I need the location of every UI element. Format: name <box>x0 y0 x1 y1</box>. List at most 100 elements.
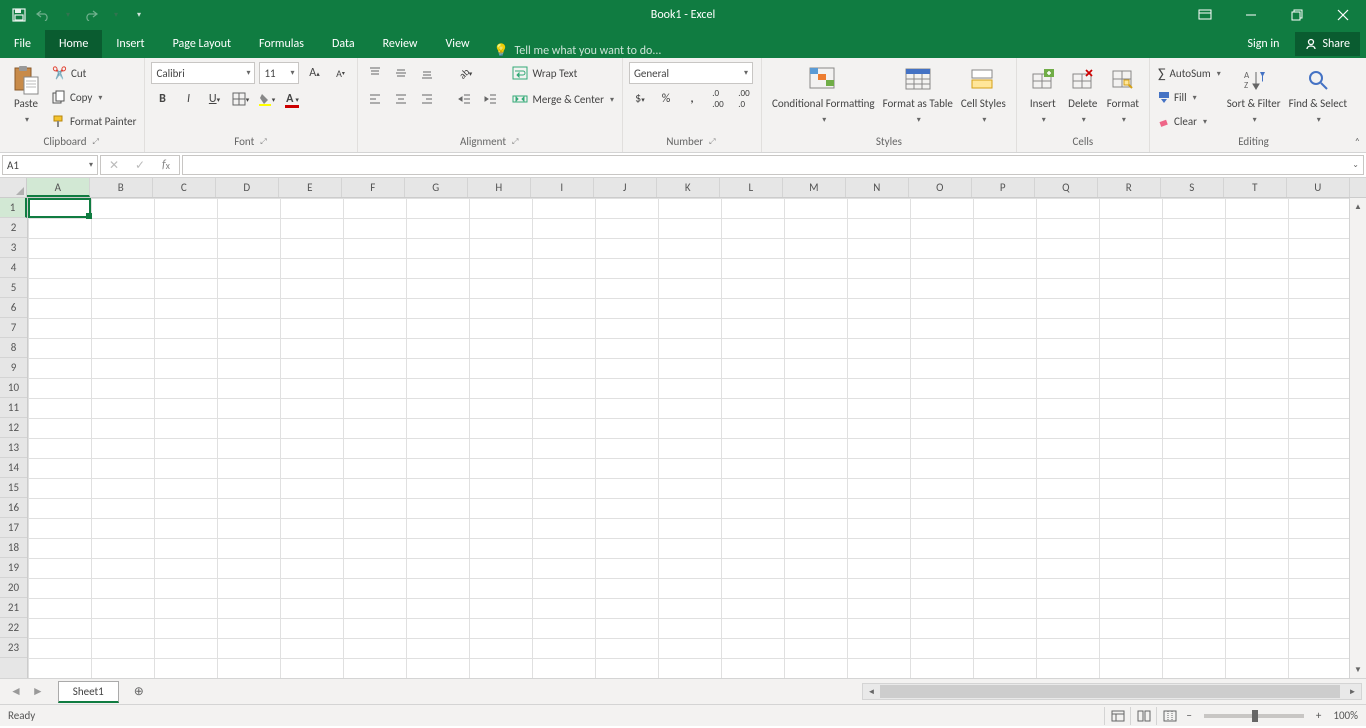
column-header-F[interactable]: F <box>342 178 405 197</box>
sort-filter-dropdown[interactable] <box>1251 113 1257 127</box>
close-button[interactable] <box>1320 0 1366 30</box>
scroll-down-button[interactable]: ▼ <box>1350 661 1366 678</box>
number-launcher[interactable]: ⤢ <box>707 137 717 147</box>
column-header-G[interactable]: G <box>405 178 468 197</box>
undo-dropdown[interactable] <box>56 4 78 26</box>
italic-button[interactable]: I <box>177 88 199 110</box>
name-box[interactable]: A1▾ <box>2 155 98 175</box>
decrease-decimal-button[interactable]: .00.0 <box>733 88 755 110</box>
tab-data[interactable]: Data <box>318 30 369 58</box>
row-header-10[interactable]: 10 <box>0 378 27 398</box>
wrap-text-button[interactable]: Wrap Text <box>510 62 616 84</box>
format-cells-dropdown[interactable] <box>1120 113 1126 127</box>
align-center-button[interactable] <box>390 88 412 110</box>
select-all-corner[interactable] <box>0 178 27 198</box>
scroll-right-button[interactable]: ► <box>1344 687 1361 697</box>
cell-styles-dropdown[interactable] <box>980 113 986 127</box>
row-header-19[interactable]: 19 <box>0 558 27 578</box>
align-top-button[interactable] <box>364 62 386 84</box>
border-button[interactable]: ▾ <box>229 88 251 110</box>
row-header-18[interactable]: 18 <box>0 538 27 558</box>
merge-dropdown[interactable] <box>608 92 614 106</box>
row-header-1[interactable]: 1 <box>0 198 27 218</box>
conditional-formatting-button[interactable]: Conditional Formatting <box>768 62 879 128</box>
undo-icon[interactable] <box>32 4 54 26</box>
collapse-ribbon-button[interactable]: ˄ <box>1355 135 1360 148</box>
row-header-2[interactable]: 2 <box>0 218 27 238</box>
page-break-view-button[interactable] <box>1156 707 1182 725</box>
insert-cells-dropdown[interactable] <box>1040 113 1046 127</box>
tab-insert[interactable]: Insert <box>102 30 158 58</box>
comma-format-button[interactable]: , <box>681 88 703 110</box>
row-header-16[interactable]: 16 <box>0 498 27 518</box>
row-header-8[interactable]: 8 <box>0 338 27 358</box>
new-sheet-button[interactable]: ⊕ <box>127 680 151 704</box>
row-header-5[interactable]: 5 <box>0 278 27 298</box>
tab-page-layout[interactable]: Page Layout <box>159 30 245 58</box>
tab-formulas[interactable]: Formulas <box>245 30 318 58</box>
sheet-nav-prev[interactable]: ◄ <box>6 682 26 701</box>
row-header-14[interactable]: 14 <box>0 458 27 478</box>
decrease-indent-button[interactable] <box>454 88 476 110</box>
zoom-slider[interactable] <box>1204 714 1304 718</box>
cell-styles-button[interactable]: Cell Styles <box>957 62 1010 128</box>
qat-customize-icon[interactable]: ▾ <box>128 4 150 26</box>
sheet-tab-active[interactable]: Sheet1 <box>58 681 119 703</box>
cancel-formula-button[interactable]: ✕ <box>101 158 127 173</box>
autosum-dropdown[interactable] <box>1215 66 1221 80</box>
tab-review[interactable]: Review <box>369 30 432 58</box>
tab-view[interactable]: View <box>432 30 484 58</box>
tab-home[interactable]: Home <box>45 30 102 58</box>
horizontal-scrollbar[interactable]: ◄ ► <box>862 683 1362 700</box>
column-header-U[interactable]: U <box>1287 178 1350 197</box>
fill-color-button[interactable]: ▾ <box>255 88 277 110</box>
save-icon[interactable] <box>8 4 30 26</box>
format-as-table-button[interactable]: Format as Table <box>879 62 957 128</box>
minimize-button[interactable] <box>1228 0 1274 30</box>
clipboard-launcher[interactable]: ⤢ <box>91 137 101 147</box>
zoom-out-button[interactable]: − <box>1182 709 1195 722</box>
vertical-scrollbar[interactable]: ▲ ▼ <box>1349 198 1366 678</box>
align-right-button[interactable] <box>416 88 438 110</box>
sheet-nav-next[interactable]: ► <box>28 682 48 701</box>
column-header-M[interactable]: M <box>783 178 846 197</box>
row-header-23[interactable]: 23 <box>0 638 27 658</box>
increase-decimal-button[interactable]: .0.00 <box>707 88 729 110</box>
find-select-button[interactable]: Find & Select <box>1285 62 1351 128</box>
scroll-up-button[interactable]: ▲ <box>1350 198 1366 215</box>
align-left-button[interactable] <box>364 88 386 110</box>
merge-center-button[interactable]: Merge & Center <box>510 88 616 110</box>
delete-cells-dropdown[interactable] <box>1080 113 1086 127</box>
paste-button[interactable]: Paste <box>6 62 46 128</box>
enter-formula-button[interactable]: ✓ <box>127 158 153 173</box>
copy-button[interactable]: Copy <box>50 86 138 108</box>
find-select-dropdown[interactable] <box>1315 113 1321 127</box>
column-header-C[interactable]: C <box>153 178 216 197</box>
restore-button[interactable] <box>1274 0 1320 30</box>
column-header-Q[interactable]: Q <box>1035 178 1098 197</box>
number-format-select[interactable]: General▾ <box>629 62 753 84</box>
font-color-button[interactable]: A▾ <box>281 88 303 110</box>
row-header-11[interactable]: 11 <box>0 398 27 418</box>
font-name-select[interactable]: Calibri▾ <box>151 62 255 84</box>
row-header-6[interactable]: 6 <box>0 298 27 318</box>
format-cells-button[interactable]: Format <box>1103 62 1143 128</box>
sort-filter-button[interactable]: AZ Sort & Filter <box>1223 62 1285 128</box>
column-header-S[interactable]: S <box>1161 178 1224 197</box>
paste-dropdown[interactable] <box>23 113 29 127</box>
fill-handle[interactable] <box>86 213 92 219</box>
bold-button[interactable]: B <box>151 88 173 110</box>
column-header-D[interactable]: D <box>216 178 279 197</box>
row-header-12[interactable]: 12 <box>0 418 27 438</box>
font-launcher[interactable]: ⤢ <box>258 137 268 147</box>
share-button[interactable]: Share <box>1295 32 1360 56</box>
row-header-7[interactable]: 7 <box>0 318 27 338</box>
redo-dropdown[interactable] <box>104 4 126 26</box>
cells-grid[interactable] <box>28 198 1349 678</box>
row-header-3[interactable]: 3 <box>0 238 27 258</box>
format-as-table-dropdown[interactable] <box>915 113 921 127</box>
column-header-K[interactable]: K <box>657 178 720 197</box>
font-size-select[interactable]: 11▾ <box>259 62 299 84</box>
align-middle-button[interactable] <box>390 62 412 84</box>
row-header-15[interactable]: 15 <box>0 478 27 498</box>
